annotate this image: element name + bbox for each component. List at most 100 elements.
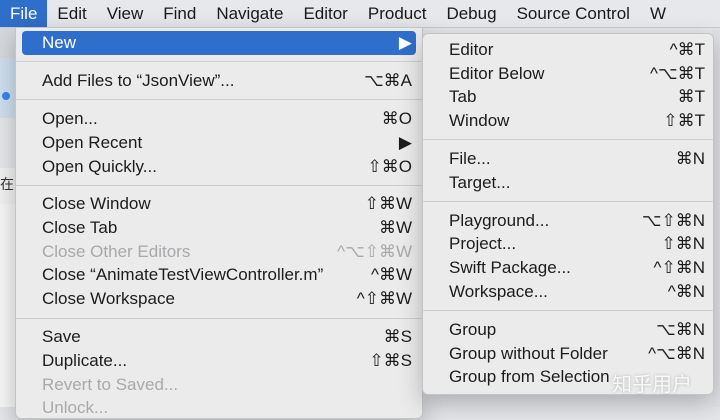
menu-item-close-other-editors: Close Other Editors ^⌥⇧⌘W [22, 240, 416, 264]
menu-separator [16, 61, 422, 62]
submenu-item-group[interactable]: Group ⌥⌘N [429, 318, 707, 342]
menu-item-shortcut: ⌘O [381, 109, 412, 128]
menu-window[interactable]: W [640, 0, 676, 27]
menu-item-close-tab[interactable]: Close Tab ⌘W [22, 216, 416, 240]
submenu-item-project[interactable]: Project... ⇧⌘N [429, 232, 707, 256]
menu-item-label: Close Workspace [42, 289, 175, 308]
submenu-item-workspace[interactable]: Workspace... ^⌘N [429, 280, 707, 304]
submenu-item-target[interactable]: Target... [429, 171, 707, 195]
submenu-arrow-icon: ▶ [398, 33, 412, 52]
menu-file[interactable]: File [0, 0, 48, 27]
menu-item-close-file[interactable]: Close “AnimateTestViewController.m” ^⌘W [22, 263, 416, 287]
menu-edit[interactable]: Edit [47, 0, 96, 27]
menu-item-shortcut: ⌘T [677, 87, 705, 106]
menu-debug[interactable]: Debug [436, 0, 506, 27]
submenu-item-file[interactable]: File... ⌘N [429, 147, 707, 171]
menu-item-shortcut: ^⌥⌘T [650, 64, 705, 83]
menu-separator [423, 201, 713, 202]
background-panel [0, 28, 16, 58]
menu-item-label: Editor [449, 40, 494, 59]
menu-item-label: Revert to Saved... [42, 375, 179, 394]
menu-item-shortcut: ⇧⌘T [663, 111, 705, 130]
menu-navigate[interactable]: Navigate [206, 0, 293, 27]
menu-item-label: Unlock... [42, 398, 109, 417]
menu-source-control[interactable]: Source Control [507, 0, 640, 27]
background-icon [2, 92, 10, 100]
menu-item-label: Close “AnimateTestViewController.m” [42, 265, 324, 284]
menu-item-label: Close Other Editors [42, 242, 191, 261]
submenu-item-playground[interactable]: Playground... ⌥⇧⌘N [429, 209, 707, 233]
menu-item-shortcut: ^⌥⇧⌘W [337, 242, 412, 261]
menu-item-new[interactable]: New ▶ [22, 31, 416, 55]
menu-item-label: Close Window [42, 194, 151, 213]
menu-item-shortcut: ^⌘T [669, 40, 705, 59]
submenu-item-group-without-folder[interactable]: Group without Folder ^⌥⌘N [429, 342, 707, 366]
menu-item-label: Workspace... [449, 282, 548, 301]
menu-item-label: Open Recent [42, 133, 143, 152]
menu-separator [16, 99, 422, 100]
menu-item-open-recent[interactable]: Open Recent ▶ [22, 131, 416, 155]
menu-item-shortcut: ^⇧⌘W [356, 289, 412, 308]
menu-product[interactable]: Product [358, 0, 437, 27]
submenu-item-editor[interactable]: Editor ^⌘T [429, 38, 707, 62]
menu-item-label: Editor Below [449, 64, 545, 83]
menu-item-shortcut: ⌘S [383, 327, 412, 346]
menu-separator [16, 185, 422, 186]
menu-item-shortcut: ⌘N [675, 149, 705, 168]
new-submenu: Editor ^⌘T Editor Below ^⌥⌘T Tab ⌘T Wind… [422, 33, 714, 395]
submenu-item-window[interactable]: Window ⇧⌘T [429, 109, 707, 133]
menu-item-revert: Revert to Saved... [22, 373, 416, 397]
menu-item-shortcut: ⇧⌘N [661, 234, 705, 253]
menu-find[interactable]: Find [153, 0, 206, 27]
menu-item-shortcut: ^⌥⌘N [648, 344, 705, 363]
background-panel [0, 58, 16, 118]
menu-item-label: New [42, 33, 77, 52]
menu-item-duplicate[interactable]: Duplicate... ⇧⌘S [22, 349, 416, 373]
menu-item-shortcut: ⌘W [378, 218, 412, 237]
menu-item-label: Tab [449, 87, 477, 106]
menu-item-label: Add Files to “JsonView”... [42, 71, 235, 90]
menu-item-label: Group without Folder [449, 344, 608, 363]
submenu-item-swift-package[interactable]: Swift Package... ^⇧⌘N [429, 256, 707, 280]
menu-item-label: Target... [449, 173, 511, 192]
menu-item-save[interactable]: Save ⌘S [22, 325, 416, 349]
menu-item-add-files[interactable]: Add Files to “JsonView”... ⌥⌘A [22, 69, 416, 93]
submenu-arrow-icon: ▶ [398, 133, 412, 152]
menu-item-shortcut: ^⌘W [370, 265, 412, 284]
menu-item-label: Close Tab [42, 218, 118, 237]
background-text: 在 [0, 176, 14, 192]
menu-item-label: Group from Selection [449, 367, 610, 386]
background-panel [0, 204, 16, 407]
menu-view[interactable]: View [97, 0, 154, 27]
submenu-item-editor-below[interactable]: Editor Below ^⌥⌘T [429, 62, 707, 86]
menu-item-label: Group [449, 320, 497, 339]
menu-bar: File Edit View Find Navigate Editor Prod… [0, 0, 720, 28]
menu-item-shortcut: ⌥⌘N [656, 320, 705, 339]
menu-item-shortcut: ⇧⌘O [367, 157, 412, 176]
menu-item-open-quickly[interactable]: Open Quickly... ⇧⌘O [22, 155, 416, 179]
menu-item-shortcut: ^⇧⌘N [653, 258, 706, 277]
menu-item-shortcut: ⌥⇧⌘N [641, 211, 705, 230]
menu-separator [423, 310, 713, 311]
menu-item-label: File... [449, 149, 491, 168]
menu-item-shortcut: ⌥⌘A [364, 71, 412, 90]
menu-item-close-window[interactable]: Close Window ⇧⌘W [22, 192, 416, 216]
submenu-item-tab[interactable]: Tab ⌘T [429, 85, 707, 109]
menu-item-label: Open... [42, 109, 98, 128]
menu-separator [16, 318, 422, 319]
menu-item-open[interactable]: Open... ⌘O [22, 107, 416, 131]
background-panel [0, 118, 16, 168]
menu-item-label: Save [42, 327, 81, 346]
menu-item-shortcut: ⇧⌘W [364, 194, 412, 213]
menu-item-label: Window [449, 111, 510, 130]
menu-item-shortcut: ^⌘N [667, 282, 705, 301]
menu-item-label: Swift Package... [449, 258, 571, 277]
menu-editor[interactable]: Editor [293, 0, 357, 27]
menu-item-unlock: Unlock... [22, 396, 416, 420]
menu-item-label: Duplicate... [42, 351, 128, 370]
menu-item-shortcut: ⇧⌘S [369, 351, 412, 370]
menu-item-label: Open Quickly... [42, 157, 157, 176]
menu-item-close-workspace[interactable]: Close Workspace ^⇧⌘W [22, 287, 416, 311]
watermark-text: 知乎用户 [612, 374, 692, 396]
menu-item-label: Project... [449, 234, 517, 253]
